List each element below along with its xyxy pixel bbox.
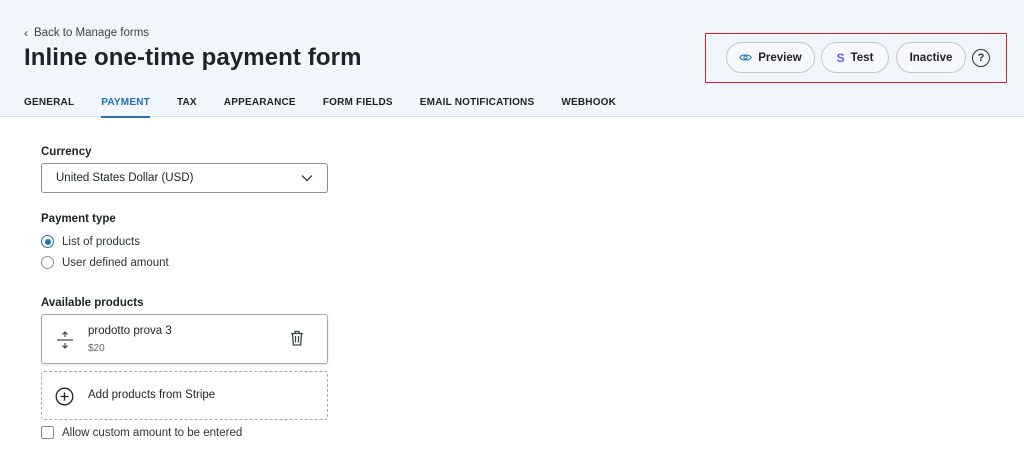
add-products-button[interactable]: Add products from Stripe	[41, 371, 328, 420]
drag-handle-icon[interactable]	[56, 331, 74, 354]
custom-amount-option[interactable]: Allow custom amount to be entered	[41, 426, 242, 439]
tab-payment[interactable]: PAYMENT	[101, 90, 150, 118]
payment-type-option-label: User defined amount	[62, 256, 169, 269]
page-header: ‹ Back to Manage forms Inline one-time p…	[0, 0, 1024, 118]
test-label: Test	[850, 51, 874, 64]
custom-amount-checkbox[interactable]	[41, 426, 54, 439]
chevron-down-icon	[301, 173, 313, 185]
payment-type-label: Payment type	[41, 213, 116, 225]
back-link-label: Back to Manage forms	[34, 27, 150, 39]
page-title: Inline one-time payment form	[24, 44, 362, 71]
add-products-label: Add products from Stripe	[88, 389, 216, 401]
test-mode-button[interactable]: S Test	[821, 42, 889, 73]
help-icon[interactable]: ?	[972, 49, 990, 67]
custom-amount-label: Allow custom amount to be entered	[62, 426, 243, 439]
payment-type-option-label: List of products	[62, 235, 140, 248]
tab-tax[interactable]: TAX	[177, 90, 197, 117]
product-item: prodotto prova 3 $20	[41, 314, 328, 364]
chevron-left-icon: ‹	[24, 26, 28, 40]
radio-checked[interactable]	[41, 235, 54, 248]
stripe-icon: S	[836, 50, 845, 65]
currency-select[interactable]: United States Dollar (USD)	[41, 163, 328, 193]
tab-email-notifications[interactable]: EMAIL NOTIFICATIONS	[420, 90, 535, 117]
payment-type-user-defined[interactable]: User defined amount	[41, 256, 169, 269]
trash-icon[interactable]	[290, 330, 304, 351]
tab-appearance[interactable]: APPEARANCE	[224, 90, 296, 117]
payment-type-list-of-products[interactable]: List of products	[41, 235, 140, 248]
eye-icon	[739, 53, 753, 62]
tab-webhook[interactable]: WEBHOOK	[561, 90, 616, 117]
tab-form-fields[interactable]: FORM FIELDS	[323, 90, 393, 117]
currency-value: United States Dollar (USD)	[56, 172, 194, 184]
product-price: $20	[88, 343, 105, 354]
status-toggle-button[interactable]: Inactive	[896, 42, 966, 73]
radio-unchecked[interactable]	[41, 256, 54, 269]
back-link[interactable]: ‹ Back to Manage forms	[24, 26, 149, 40]
product-name: prodotto prova 3	[88, 325, 172, 337]
plus-circle-icon	[55, 387, 74, 411]
preview-button[interactable]: Preview	[726, 42, 815, 73]
tab-general[interactable]: GENERAL	[24, 90, 74, 117]
currency-label: Currency	[41, 146, 92, 158]
status-label: Inactive	[909, 51, 953, 64]
preview-label: Preview	[758, 51, 802, 64]
available-products-label: Available products	[41, 297, 144, 309]
tab-bar: GENERAL PAYMENT TAX APPEARANCE FORM FIEL…	[24, 90, 616, 118]
